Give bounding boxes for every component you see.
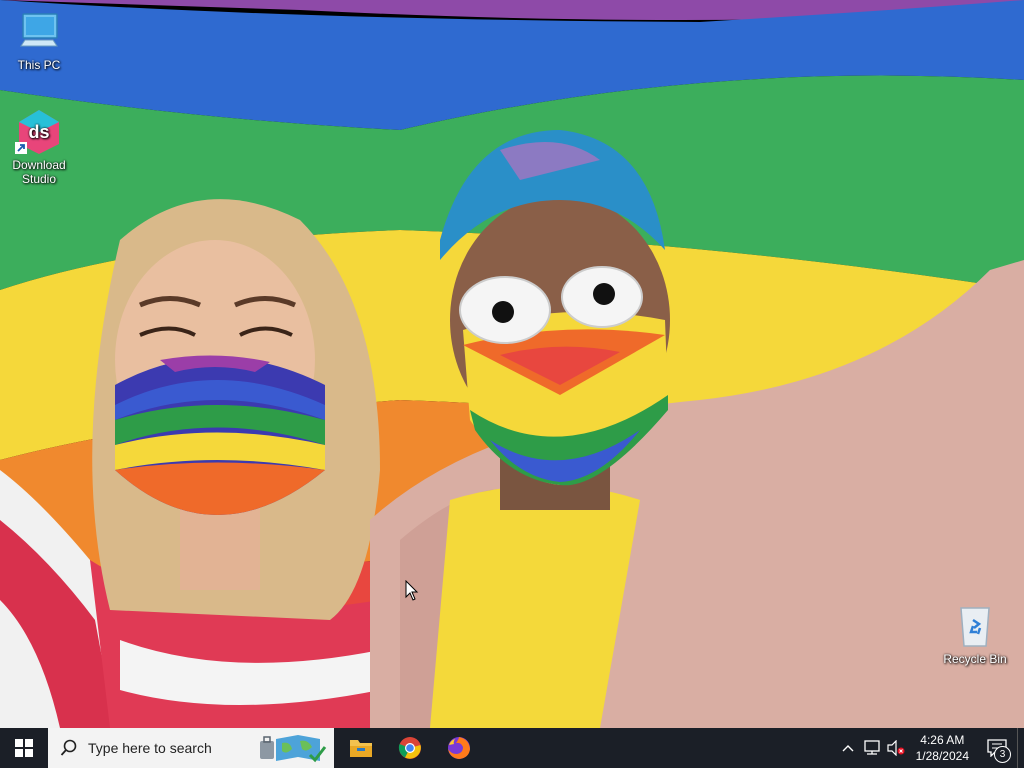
search-highlight-travel-icon: [260, 735, 327, 763]
search-icon: [60, 739, 77, 756]
system-tray: 4:26 AM 1/28/2024 3: [836, 728, 1024, 768]
chrome-icon: [398, 737, 421, 759]
desktop-icon-label: Download Studio: [12, 158, 66, 186]
desktop-icon-download-studio[interactable]: ds Download Studio: [1, 108, 77, 186]
desktop-icon-recycle-bin[interactable]: Recycle Bin: [937, 602, 1013, 666]
volume-muted-icon: [887, 740, 905, 756]
network-tray-button[interactable]: [860, 728, 884, 768]
desktop-icon-label: This PC: [17, 58, 61, 72]
computer-icon: [15, 8, 63, 56]
svg-text:ds: ds: [28, 122, 49, 142]
taskbar-firefox[interactable]: [434, 728, 483, 768]
windows-logo-icon: [15, 739, 33, 757]
notification-count-badge: 3: [994, 746, 1011, 763]
desktop-icon-label: Recycle Bin: [943, 652, 1007, 666]
clock-date: 1/28/2024: [915, 749, 969, 763]
network-icon: [863, 740, 880, 755]
chevron-up-icon: [842, 745, 854, 752]
taskbar-chrome[interactable]: [385, 728, 434, 768]
taskbar-file-explorer[interactable]: [336, 728, 385, 768]
download-studio-icon: ds: [15, 108, 63, 156]
taskbar-clock[interactable]: 4:26 AM 1/28/2024: [908, 732, 977, 764]
recycle-bin-icon: [951, 602, 999, 650]
volume-tray-button[interactable]: [884, 728, 908, 768]
start-button[interactable]: [0, 728, 48, 768]
search-placeholder: Type here to search: [88, 740, 212, 756]
clock-time: 4:26 AM: [920, 733, 965, 747]
desktop-icon-this-pc[interactable]: This PC: [1, 8, 77, 72]
firefox-icon: [447, 737, 470, 759]
mouse-cursor-icon: [405, 580, 419, 601]
file-explorer-icon: [349, 740, 372, 757]
show-hidden-icons-button[interactable]: [836, 728, 860, 768]
show-desktop-button[interactable]: [1017, 728, 1024, 768]
taskbar: Type here to search 4:26 AM 1/28/2024 3: [0, 728, 1024, 768]
desktop-wallpaper: [0, 0, 1024, 728]
action-center-button[interactable]: 3: [977, 728, 1017, 768]
taskbar-search-box[interactable]: Type here to search: [48, 728, 334, 768]
